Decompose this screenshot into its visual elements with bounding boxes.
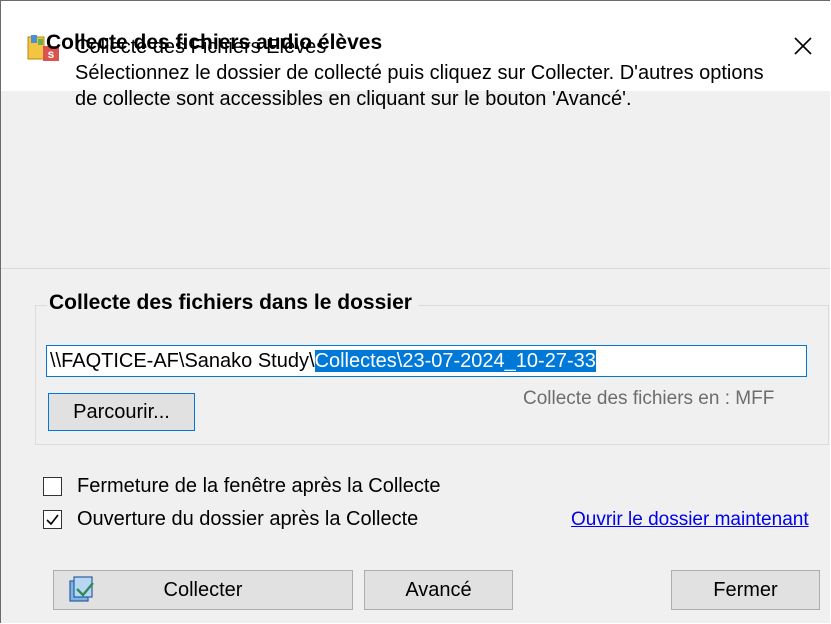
close-after-label: Fermeture de la fenêtre après la Collect… — [77, 475, 441, 497]
header-separator — [1, 268, 830, 269]
path-prefix: \\FAQTICE-AF\Sanako Study\ — [50, 350, 315, 372]
close-after-option[interactable]: Fermeture de la fenêtre après la Collect… — [43, 475, 441, 498]
close-button[interactable]: Fermer — [671, 570, 820, 610]
browse-button[interactable]: Parcourir... — [48, 393, 195, 431]
close-after-checkbox[interactable] — [43, 477, 62, 496]
header-description: Sélectionnez le dossier de collecté puis… — [75, 62, 764, 110]
open-after-checkbox[interactable] — [43, 510, 62, 529]
format-info: Collecte des fichiers en : MFF — [523, 388, 775, 409]
checkmark-icon — [46, 514, 59, 526]
collect-dialog: s Collecte des Fichiers Elèves Collecte … — [0, 0, 830, 623]
advanced-button[interactable]: Avancé — [364, 570, 513, 610]
window-close-button[interactable] — [781, 23, 825, 69]
folder-path-input[interactable]: \\FAQTICE-AF\Sanako Study\Collectes\23-0… — [46, 345, 807, 377]
header-panel — [18, 91, 830, 267]
collect-button[interactable]: Collecter — [53, 570, 353, 610]
open-after-label: Ouverture du dossier après la Collecte — [77, 508, 419, 530]
folder-group-label: Collecte des fichiers dans le dossier — [47, 291, 418, 315]
collect-button-label: Collecter — [163, 578, 243, 601]
path-selected-text: Collectes\23-07-2024_10-27-33 — [314, 350, 596, 372]
open-after-option[interactable]: Ouverture du dossier après la Collecte — [43, 508, 418, 531]
open-folder-now-link[interactable]: Ouvrir le dossier maintenant — [571, 509, 809, 531]
close-icon — [794, 37, 812, 55]
header-title: Collecte des fichiers audio élèves — [46, 31, 383, 54]
